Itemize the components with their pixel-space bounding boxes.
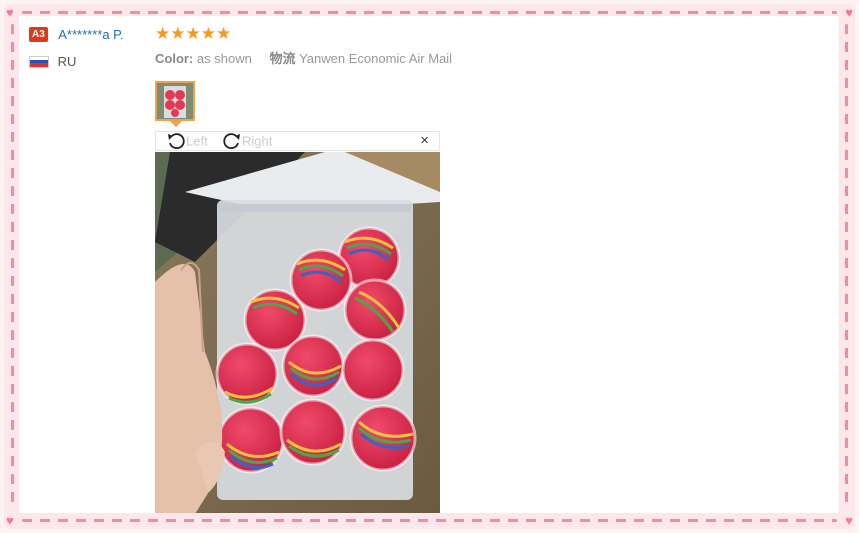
close-viewer-button[interactable]: ×	[420, 132, 429, 149]
review-card: A3 A*******a P. RU ★★★★★ Color: as shown…	[19, 16, 839, 513]
buyer-level-badge: A3	[29, 27, 48, 43]
color-label: Color:	[155, 51, 194, 66]
heart-icon: ♥	[845, 513, 853, 528]
rotate-right-icon	[223, 133, 240, 150]
rotate-left-label: Left	[186, 133, 208, 149]
product-photo-image	[155, 152, 440, 513]
country-code: RU	[57, 54, 77, 70]
star-rating: ★★★★★	[155, 24, 232, 43]
shipping-value: Yanwen Economic Air Mail	[299, 51, 453, 66]
heart-icon: ♥	[6, 513, 14, 528]
heart-icon: ♥	[845, 5, 853, 20]
frame-border-right	[845, 24, 848, 509]
rotate-right-label: Right	[242, 133, 273, 149]
frame-border-bottom	[22, 519, 837, 522]
rotate-left-icon	[168, 133, 185, 150]
thumbnail-image	[157, 83, 193, 119]
russia-flag-icon	[29, 55, 49, 68]
thumbnail-pointer	[170, 121, 182, 127]
photo-viewer-toolbar: Left Right ×	[155, 131, 440, 151]
reviewer-country: RU	[29, 53, 76, 69]
review-photo	[155, 152, 440, 513]
heart-icon: ♥	[6, 5, 14, 20]
frame-border-left	[11, 24, 14, 509]
review-photo-thumbnail[interactable]	[155, 81, 195, 121]
rotate-left-button[interactable]: Left	[166, 131, 208, 151]
rotate-right-button[interactable]: Right	[222, 131, 272, 151]
color-value: as shown	[196, 51, 252, 66]
reviewer-name[interactable]: A*******a P.	[58, 27, 124, 42]
shipping-label: 物流	[269, 51, 296, 66]
order-info: Color: as shown 物流 Yanwen Economic Air M…	[155, 48, 452, 67]
reviewer: A3 A*******a P.	[29, 26, 124, 44]
frame-border-top	[22, 11, 837, 14]
